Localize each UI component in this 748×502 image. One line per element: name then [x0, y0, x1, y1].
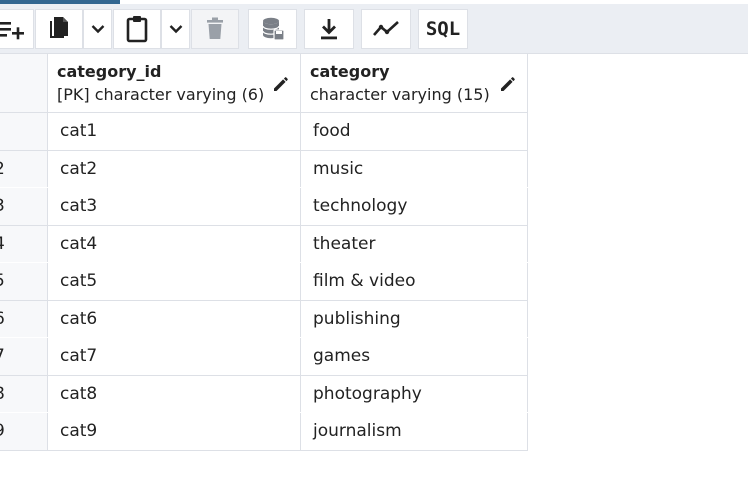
pencil-icon[interactable] [499, 75, 517, 93]
cell-category[interactable]: photography [301, 376, 528, 412]
row-number: 6 [0, 301, 48, 337]
cell-category-id[interactable]: cat4 [48, 226, 301, 262]
row-number: 1 [0, 113, 48, 150]
cell-category[interactable]: music [301, 151, 528, 187]
cell-category[interactable]: film & video [301, 263, 528, 300]
table-row[interactable]: 9 cat9 journalism [0, 413, 528, 451]
graph-visualiser-button[interactable] [361, 9, 411, 49]
database-save-icon [261, 17, 285, 41]
cell-category[interactable]: food [301, 113, 528, 150]
chevron-down-icon [169, 25, 182, 34]
paste-icon [126, 16, 148, 43]
cell-category-id[interactable]: cat7 [48, 338, 301, 375]
copy-icon [50, 17, 68, 38]
row-number: 8 [0, 376, 48, 412]
cell-category[interactable]: publishing [301, 301, 528, 337]
cell-category[interactable]: technology [301, 188, 528, 225]
cell-category[interactable]: journalism [301, 413, 528, 450]
delete-button[interactable] [191, 9, 239, 49]
chevron-down-icon [91, 25, 104, 34]
table-row[interactable]: 6 cat6 publishing [0, 300, 528, 337]
row-number: 4 [0, 226, 48, 262]
table-row[interactable]: 2 cat2 music [0, 150, 528, 187]
column-header-category[interactable]: category character varying (15) [301, 54, 528, 113]
row-number-header [0, 54, 48, 113]
pencil-icon[interactable] [272, 75, 290, 93]
cell-category-id[interactable]: cat8 [48, 376, 301, 412]
row-number: 9 [0, 413, 48, 450]
add-row-button[interactable] [0, 9, 34, 49]
table-row[interactable]: 3 cat3 technology [0, 188, 528, 225]
download-icon [321, 19, 337, 40]
table-row[interactable]: 5 cat5 film & video [0, 263, 528, 300]
table-row[interactable]: 4 cat4 theater [0, 225, 528, 262]
table-row[interactable]: 7 cat7 games [0, 338, 528, 375]
sql-button[interactable]: SQL [418, 9, 468, 49]
add-row-icon [0, 22, 24, 40]
table-row[interactable]: 1 cat1 food [0, 113, 528, 150]
cell-category-id[interactable]: cat6 [48, 301, 301, 337]
row-number: 5 [0, 263, 48, 300]
cell-category-id[interactable]: cat9 [48, 413, 301, 450]
cell-category-id[interactable]: cat2 [48, 151, 301, 187]
trash-icon [207, 17, 223, 39]
data-grid-toolbar: SQL [0, 4, 748, 54]
paste-options-button[interactable] [161, 9, 190, 49]
save-data-button[interactable] [248, 9, 297, 49]
column-type: character varying (15) [310, 85, 490, 104]
column-name: category [310, 62, 390, 81]
column-type: [PK] character varying (6) [57, 85, 265, 104]
row-number: 3 [0, 188, 48, 225]
sql-icon: SQL [425, 18, 461, 40]
row-number: 7 [0, 338, 48, 375]
cell-category[interactable]: games [301, 338, 528, 375]
cell-category-id[interactable]: cat5 [48, 263, 301, 300]
table-row[interactable]: 8 cat8 photography [0, 375, 528, 412]
cell-category[interactable]: theater [301, 226, 528, 262]
copy-button[interactable] [35, 9, 83, 49]
cell-category-id[interactable]: cat3 [48, 188, 301, 225]
column-header-category-id[interactable]: category_id [PK] character varying (6) [48, 54, 301, 113]
line-graph-icon [373, 21, 399, 36]
copy-options-button[interactable] [83, 9, 112, 49]
row-number: 2 [0, 151, 48, 187]
download-button[interactable] [304, 9, 354, 49]
column-name: category_id [57, 62, 162, 81]
paste-button[interactable] [113, 9, 161, 49]
cell-category-id[interactable]: cat1 [48, 113, 301, 150]
